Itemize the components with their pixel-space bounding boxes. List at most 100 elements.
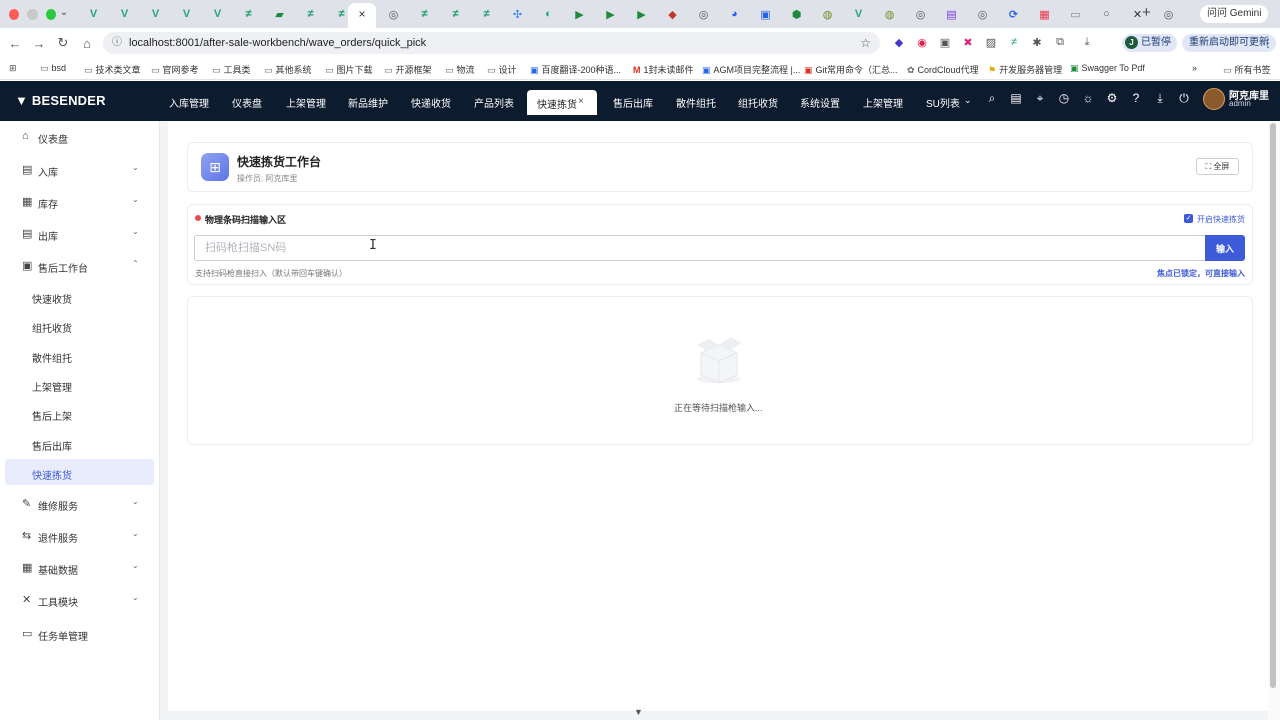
tab-favicon[interactable]: ▣ — [750, 4, 781, 24]
tab-favicon[interactable]: ○ — [1091, 4, 1122, 24]
new-tab-button[interactable]: + — [1142, 4, 1151, 21]
back-icon[interactable]: ← — [3, 36, 27, 51]
tab-favicon[interactable]: ▶ — [564, 4, 595, 24]
bookmark-item[interactable]: ▭ 设计 — [487, 63, 517, 76]
forward-icon[interactable]: → — [27, 36, 51, 51]
bookmarks-overflow-icon[interactable]: » — [1192, 63, 1197, 73]
tab-favicon[interactable]: V — [171, 4, 202, 24]
bookmark-item[interactable]: ▣ AGM项目完整流程 |... — [702, 63, 800, 76]
reload-icon[interactable]: ↻ — [51, 35, 75, 51]
clock-icon[interactable]: ◷ — [1057, 91, 1071, 106]
home-icon[interactable]: ⌂ — [75, 36, 99, 51]
bookmark-item[interactable]: ▭ 开源框架 — [384, 63, 432, 76]
download-icon[interactable]: ⤓ — [1080, 36, 1094, 49]
bookmark-item[interactable]: ✿ CordCloud代理 — [907, 63, 979, 76]
tab-favicon[interactable]: V — [140, 4, 171, 24]
collapse-chevron-icon[interactable]: ▼ — [634, 707, 643, 717]
extension-icon[interactable]: ✱ — [1030, 36, 1044, 49]
bookmark-item[interactable]: ▭ 其他系统 — [264, 63, 312, 76]
tab-favicon[interactable]: ◎ — [905, 4, 936, 24]
top-menu-item[interactable]: 上架管理 — [863, 95, 903, 110]
top-menu-item[interactable]: 售后出库 — [613, 95, 653, 110]
enter-button[interactable]: 输入 — [1205, 235, 1245, 261]
tab-favicon[interactable]: ≠ — [409, 4, 440, 24]
tab-favicon[interactable]: V — [78, 4, 109, 24]
bookmark-star-icon[interactable]: ☆ — [860, 32, 871, 54]
sidebar-subitem[interactable]: 组托收货 — [0, 312, 160, 338]
tab-favicon[interactable]: ▰ — [264, 4, 295, 24]
bookmark-item[interactable]: ▭ 物流 — [445, 63, 475, 76]
sidebar-subitem[interactable]: 上架管理 — [0, 371, 160, 397]
tab-favicon[interactable]: ◐ — [533, 4, 564, 24]
maximize-window-button[interactable] — [45, 8, 56, 20]
bookmark-item[interactable]: ▣ Git常用命令（汇总... — [804, 63, 898, 76]
tab-favicon[interactable]: V — [202, 4, 233, 24]
top-menu-item[interactable]: 快递收货 — [411, 95, 451, 110]
top-menu-item[interactable]: 产品列表 — [474, 95, 514, 110]
tab-favicon[interactable]: ▶ — [626, 4, 657, 24]
extension-icon[interactable]: ◉ — [915, 36, 929, 49]
tab-favicon[interactable]: V — [109, 4, 140, 24]
tab-favicon[interactable]: ≠ — [440, 4, 471, 24]
sidebar-subitem-active[interactable]: 快速拣货 — [5, 459, 154, 485]
top-menu-item[interactable]: 仪表盘 — [232, 95, 262, 110]
quick-pick-checkbox[interactable]: ✓ — [1184, 214, 1193, 223]
top-menu-item[interactable]: 上架管理 — [286, 95, 326, 110]
scrollbar-thumb[interactable] — [1270, 123, 1276, 688]
quick-pick-toggle-label[interactable]: 开启快速拣货 — [1197, 214, 1245, 225]
search-icon[interactable]: ⌕ — [985, 91, 999, 106]
fullscreen-button[interactable]: ⛶ 全屏 — [1196, 158, 1239, 175]
sidebar-item-aftersale-workbench[interactable]: ▣ 售后工作台 ⌃ — [0, 253, 160, 277]
sidebar-item-tasks[interactable]: ▭ 任务单管理 — [0, 621, 160, 645]
extension-icon[interactable]: ✖ — [961, 36, 975, 49]
sidebar-item-tools[interactable]: ✕ 工具模块 ⌄ — [0, 587, 160, 611]
sidebar-item-basic-data[interactable]: ▦ 基础数据 ⌄ — [0, 555, 160, 579]
tab-favicon[interactable]: ▭ — [1060, 4, 1091, 24]
browser-menu-icon[interactable]: ⋮ — [1262, 36, 1274, 50]
bookmark-item[interactable]: ▭ 技术类文章 — [84, 63, 141, 76]
apps-grid-icon[interactable]: ⊞ — [9, 63, 17, 74]
tab-favicon[interactable]: ≠ — [295, 4, 326, 24]
power-icon[interactable]: ⏻ — [1177, 91, 1191, 106]
sidebar-item-repair[interactable]: ✎ 维修服务 ⌄ — [0, 491, 160, 515]
top-menu-item[interactable]: 系统设置 — [800, 95, 840, 110]
bookmark-item[interactable]: ▣ 百度翻译-200种语... — [530, 63, 621, 76]
tab-favicon[interactable]: ◎ — [378, 4, 409, 24]
gemini-button[interactable]: 问问 Gemini — [1200, 5, 1269, 23]
top-menu-item[interactable]: 散件组托 — [676, 95, 716, 110]
tab-favicon[interactable]: ◎ — [688, 4, 719, 24]
tab-favicon[interactable]: ▤ — [936, 4, 967, 24]
top-menu-item[interactable]: 入库管理 — [169, 95, 209, 110]
top-menu-item[interactable]: SU列表 — [926, 95, 960, 110]
sidebar-subitem[interactable]: 散件组托 — [0, 342, 160, 368]
tab-favicon[interactable]: ≠ — [233, 4, 264, 24]
extensions-puzzle-icon[interactable]: ⧉ — [1053, 36, 1067, 49]
user-avatar[interactable] — [1203, 88, 1225, 110]
tab-favicon[interactable]: ◆ — [657, 4, 688, 24]
sidebar-item-returns[interactable]: ⇆ 退件服务 ⌄ — [0, 523, 160, 547]
bookmark-item[interactable]: ▭ bsd — [40, 63, 66, 74]
bookmark-item[interactable]: ▭ 所有书签 — [1223, 63, 1271, 76]
sn-scan-input[interactable] — [194, 235, 1206, 261]
bookmark-item[interactable]: ▭ 工具类 — [212, 63, 251, 76]
location-icon[interactable]: ⌖ — [1033, 91, 1047, 106]
download-icon[interactable]: ⤓ — [1153, 91, 1167, 106]
top-menu-item[interactable]: 组托收货 — [738, 95, 778, 110]
tab-favicon[interactable]: ◍ — [812, 4, 843, 24]
bookmark-item[interactable]: ▭ 官网参考 — [151, 63, 199, 76]
bookmark-item[interactable]: ▣ Swagger To Pdf — [1070, 63, 1145, 74]
sidebar-item-outbound[interactable]: ▤ 出库 ⌄ — [0, 221, 160, 245]
extension-icon[interactable]: ◆ — [892, 36, 906, 49]
site-info-icon[interactable]: ⓘ — [112, 32, 122, 54]
profile-paused-button[interactable]: J 已暂停 — [1122, 34, 1177, 52]
tab-favicon[interactable]: ◎ — [1153, 4, 1184, 24]
bookmark-item[interactable]: ▭ 图片下载 — [325, 63, 373, 76]
sidebar-item-dashboard[interactable]: ⌂ 仪表盘 — [0, 124, 160, 148]
sidebar-subitem[interactable]: 售后出库 — [0, 430, 160, 456]
bookmark-item[interactable]: ⚑ 开发服务器管理 — [988, 63, 1062, 76]
tab-favicon[interactable]: ◎ — [967, 4, 998, 24]
theme-icon[interactable]: ☼ — [1081, 91, 1095, 106]
top-menu-item[interactable]: 新品维护 — [348, 95, 388, 110]
sidebar-subitem[interactable]: 售后上架 — [0, 400, 160, 426]
menu-more-chevron-icon[interactable]: ⌄ — [964, 95, 972, 106]
